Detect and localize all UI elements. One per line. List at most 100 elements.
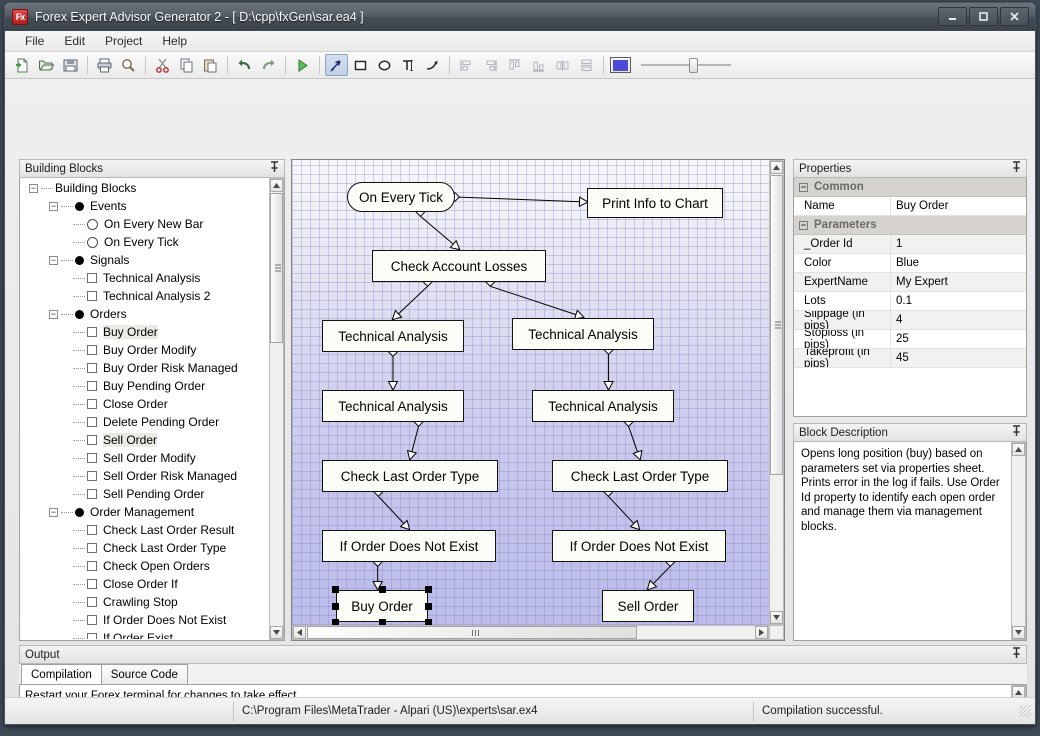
canvas-hscroll-thumb[interactable] (307, 626, 637, 639)
property-value[interactable]: Buy Order (891, 197, 1026, 215)
close-button[interactable] (1000, 7, 1029, 26)
tree-group[interactable]: − Orders (21, 305, 269, 323)
diagram-node[interactable]: Technical Analysis (322, 320, 464, 352)
diagram-edge[interactable] (628, 426, 643, 461)
undo-icon[interactable] (233, 54, 256, 76)
maximize-button[interactable] (969, 7, 998, 26)
tree-item[interactable]: Buy Order (21, 323, 269, 341)
menu-edit[interactable]: Edit (54, 32, 95, 50)
tree-item[interactable]: Sell Order Risk Managed (21, 467, 269, 485)
tree-item[interactable]: Close Order (21, 395, 269, 413)
pin-icon[interactable] (269, 161, 280, 176)
tree-item[interactable]: Technical Analysis (21, 269, 269, 287)
tree-scroll-up-icon[interactable] (270, 179, 283, 192)
zoom-icon[interactable] (117, 54, 140, 76)
ellipse-icon[interactable] (373, 54, 396, 76)
category-expander[interactable]: − (799, 182, 808, 192)
properties-grid[interactable]: − Common Name Buy Order − Parameters _Order Id… (794, 178, 1026, 368)
selection-handle[interactable] (378, 586, 386, 593)
tree-item[interactable]: Check Last Order Type (21, 539, 269, 557)
diagram-edge[interactable] (420, 215, 461, 251)
copy-icon[interactable] (175, 54, 198, 76)
tree-item[interactable]: Buy Pending Order (21, 377, 269, 395)
selection-handle[interactable] (332, 586, 339, 593)
diagram-node[interactable]: Print Info to Chart (587, 188, 723, 218)
properties-category[interactable]: − Common (794, 178, 1026, 197)
property-value[interactable]: Blue (891, 254, 1026, 272)
diagram-edge[interactable] (406, 426, 420, 462)
tree-item[interactable]: Sell Order (21, 431, 269, 449)
description-scroll-up-icon[interactable] (1012, 443, 1025, 456)
canvas-scroll-left-icon[interactable] (293, 626, 306, 639)
diagram-node[interactable]: Sell Order (602, 590, 694, 622)
canvas-vscroll-thumb[interactable] (770, 175, 783, 475)
text-icon[interactable] (397, 54, 420, 76)
tree-item[interactable]: Sell Order Modify (21, 449, 269, 467)
selection-handle[interactable] (425, 586, 432, 593)
selection-handle[interactable] (425, 602, 432, 610)
diagram-node[interactable]: If Order Does Not Exist (552, 530, 726, 562)
diagram-edge[interactable] (646, 565, 671, 591)
tab-compilation[interactable]: Compilation (21, 664, 102, 684)
property-row[interactable]: ExpertName My Expert (794, 273, 1026, 292)
tree-view[interactable]: − Building Blocks − Events On Every New Bar O… (21, 179, 269, 639)
property-row[interactable]: Color Blue (794, 254, 1026, 273)
tree-expander[interactable]: − (49, 255, 58, 265)
diagram-node[interactable]: Check Last Order Type (322, 460, 498, 492)
tree-item[interactable]: Check Last Order Result (21, 521, 269, 539)
diagram-edge[interactable] (377, 495, 411, 531)
canvas-scroll-down-icon[interactable] (770, 611, 783, 624)
run-icon[interactable] (291, 54, 314, 76)
diagram-edge[interactable] (607, 495, 641, 531)
cut-icon[interactable] (151, 54, 174, 76)
diagram-node[interactable]: Technical Analysis (532, 390, 674, 422)
property-row[interactable]: _Order Id 1 (794, 235, 1026, 254)
tree-group[interactable]: − Events (21, 197, 269, 215)
pointer-icon[interactable] (325, 54, 348, 76)
property-value[interactable]: 1 (891, 235, 1026, 253)
diagram-node[interactable]: Check Account Losses (372, 250, 546, 282)
diagram-edge[interactable] (391, 285, 429, 321)
tree-group[interactable]: − Order Management (21, 503, 269, 521)
tree-scroll-down-icon[interactable] (270, 626, 283, 639)
open-icon[interactable] (35, 54, 58, 76)
property-value[interactable]: My Expert (891, 273, 1026, 291)
menu-file[interactable]: File (15, 32, 54, 50)
zoom-slider[interactable] (641, 55, 731, 75)
canvas-scroll-right-icon[interactable] (755, 626, 768, 639)
tree-root[interactable]: − Building Blocks (21, 179, 269, 197)
rectangle-icon[interactable] (349, 54, 372, 76)
minimize-button[interactable] (938, 7, 967, 26)
tree-item[interactable]: On Every New Bar (21, 215, 269, 233)
diagram-node[interactable]: Technical Analysis (322, 390, 464, 422)
tree-item[interactable]: If Order Exist (21, 629, 269, 639)
tree-expander[interactable]: − (49, 507, 58, 517)
slider-thumb[interactable] (689, 58, 698, 73)
tree-item[interactable]: If Order Does Not Exist (21, 611, 269, 629)
description-scrollbar[interactable] (1011, 442, 1026, 640)
property-row[interactable]: Stoploss (in pips) 25 (794, 330, 1026, 349)
save-icon[interactable] (59, 54, 82, 76)
print-icon[interactable] (93, 54, 116, 76)
property-value[interactable]: 0.1 (891, 292, 1026, 310)
tree-scroll-thumb[interactable] (270, 193, 283, 343)
new-icon[interactable] (11, 54, 34, 76)
property-row[interactable]: Slippage (in pips) 4 (794, 311, 1026, 330)
diagram-canvas[interactable]: On Every Tick Print Info to Chart Check Ac… (292, 160, 769, 625)
diagram-node[interactable]: If Order Does Not Exist (322, 530, 496, 562)
property-value[interactable]: 4 (891, 311, 1026, 329)
category-expander[interactable]: − (799, 220, 808, 230)
property-row[interactable]: Takeprofit (in pips) 45 (794, 349, 1026, 368)
fill-color-button[interactable] (609, 54, 632, 76)
tree-scrollbar[interactable] (269, 178, 284, 640)
property-row[interactable]: Name Buy Order (794, 197, 1026, 216)
diagram-edge[interactable] (490, 285, 585, 320)
paste-icon[interactable] (199, 54, 222, 76)
tree-item[interactable]: Delete Pending Order (21, 413, 269, 431)
diagram-node[interactable]: Technical Analysis (512, 318, 654, 350)
tree-item[interactable]: Buy Order Risk Managed (21, 359, 269, 377)
tree-item[interactable]: On Every Tick (21, 233, 269, 251)
tree-item[interactable]: Technical Analysis 2 (21, 287, 269, 305)
diagram-editor[interactable]: On Every Tick Print Info to Chart Check Ac… (291, 159, 785, 641)
tree-expander[interactable]: − (49, 201, 58, 211)
